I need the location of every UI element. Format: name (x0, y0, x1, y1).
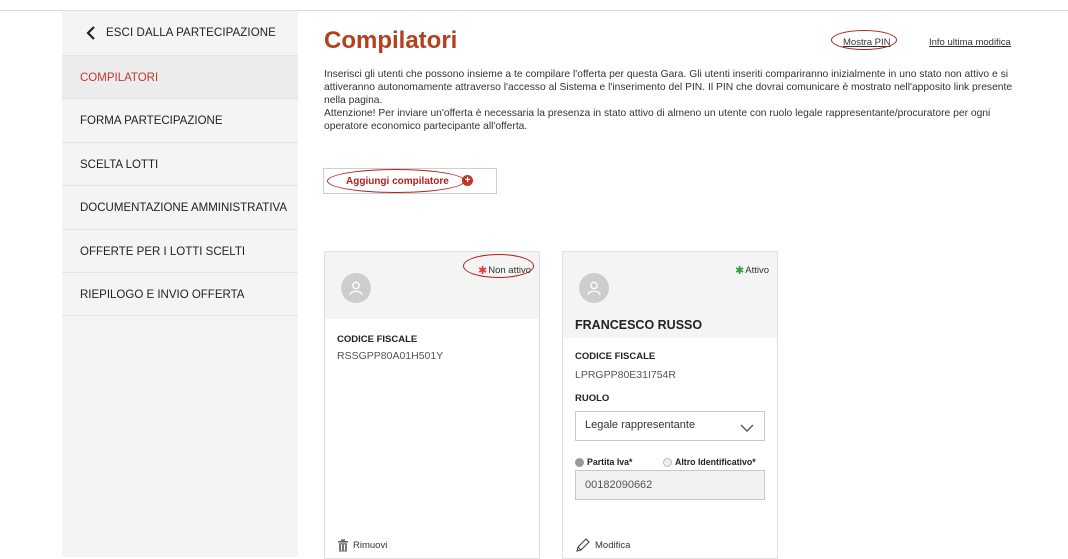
role-label: RUOLO (575, 393, 610, 404)
add-compiler-button[interactable]: Aggiungi compilatore + (323, 168, 497, 194)
edit-button[interactable]: Modifica (575, 537, 630, 553)
fiscal-code-value: LPRGPP80E31I754R (575, 369, 676, 381)
sidebar-item-scelta-lotti[interactable]: SCELTA LOTTI (62, 142, 298, 186)
status-badge: ✱ Attivo (735, 264, 769, 277)
last-edit-info-link[interactable]: Info ultima modifica (929, 37, 1011, 48)
vat-radio[interactable]: Partita Iva* (575, 457, 633, 468)
compiler-card-active: ✱ Attivo FRANCESCO RUSSO CODICE FISCALE … (562, 251, 778, 559)
sidebar-item-label: COMPILATORI (80, 71, 159, 84)
sidebar-item-label: SCELTA LOTTI (80, 158, 159, 171)
exit-participation-button[interactable]: ESCI DALLA PARTECIPAZIONE (62, 11, 298, 55)
sidebar-item-label: FORMA PARTECIPAZIONE (80, 114, 223, 127)
fiscal-code-label: CODICE FISCALE (337, 334, 418, 345)
avatar (341, 273, 371, 303)
page-title: Compilatori (324, 27, 458, 54)
compiler-card-inactive: ✱ Non attivo CODICE FISCALE RSSGPP80A01H… (324, 251, 540, 559)
sidebar-item-compilatori[interactable]: COMPILATORI (62, 55, 298, 99)
fiscal-code-value: RSSGPP80A01H501Y (337, 350, 444, 362)
status-badge: ✱ Non attivo (478, 264, 531, 277)
compiler-name: FRANCESCO RUSSO (575, 318, 703, 332)
pencil-icon (575, 537, 591, 553)
sidebar: ESCI DALLA PARTECIPAZIONE COMPILATORI FO… (62, 11, 298, 557)
sidebar-item-offerte-lotti[interactable]: OFFERTE PER I LOTTI SCELTI (62, 229, 298, 273)
fiscal-code-label: CODICE FISCALE (575, 351, 656, 362)
chevron-left-icon (76, 11, 106, 55)
status-label: Attivo (745, 265, 769, 276)
role-select[interactable]: Legale rappresentante (575, 411, 765, 441)
status-star-icon: ✱ (735, 265, 745, 277)
avatar (579, 273, 609, 303)
sidebar-item-label: DOCUMENTAZIONE AMMINISTRATIVA (80, 201, 288, 214)
sidebar-item-label: OFFERTE PER I LOTTI SCELTI (80, 245, 246, 258)
other-id-radio-label: Altro Identificativo* (675, 457, 756, 467)
add-compiler-label: Aggiungi compilatore (346, 175, 449, 187)
vat-number-value: 00182090662 (585, 479, 653, 491)
sidebar-item-forma-partecipazione[interactable]: FORMA PARTECIPAZIONE (62, 98, 298, 142)
status-label: Non attivo (488, 265, 531, 276)
edit-label: Modifica (595, 539, 631, 551)
role-select-value: Legale rappresentante (585, 419, 696, 431)
warning-paragraph: Attenzione! Per inviare un'offerta è nec… (324, 108, 991, 132)
radio-selected-icon (575, 458, 584, 468)
plus-circle-icon: + (462, 175, 473, 186)
card-header: ✱ Attivo FRANCESCO RUSSO (563, 252, 777, 338)
card-header: ✱ Non attivo (325, 252, 539, 319)
intro-text: Inserisci gli utenti che possono insieme… (324, 68, 1024, 133)
trash-icon (337, 539, 349, 552)
sidebar-item-riepilogo-invio[interactable]: RIEPILOGO E INVIO OFFERTA (62, 272, 298, 316)
sidebar-item-documentazione-amministrativa[interactable]: DOCUMENTAZIONE AMMINISTRATIVA (62, 185, 298, 229)
sidebar-item-label: RIEPILOGO E INVIO OFFERTA (80, 288, 245, 301)
remove-label: Rimuovi (353, 540, 388, 551)
vat-radio-label: Partita Iva* (587, 457, 633, 467)
show-pin-link[interactable]: Mostra PIN (843, 37, 891, 48)
other-id-radio[interactable]: Altro Identificativo* (663, 457, 756, 468)
sidebar-divider (62, 315, 298, 316)
chevron-down-icon (740, 420, 754, 438)
radio-unselected-icon (663, 458, 672, 468)
exit-participation-label: ESCI DALLA PARTECIPAZIONE (106, 27, 276, 39)
vat-number-field[interactable]: 00182090662 (575, 470, 765, 500)
remove-button[interactable]: Rimuovi (337, 539, 387, 552)
intro-paragraph: Inserisci gli utenti che possono insieme… (324, 69, 1013, 106)
status-star-icon: ✱ (478, 265, 488, 277)
